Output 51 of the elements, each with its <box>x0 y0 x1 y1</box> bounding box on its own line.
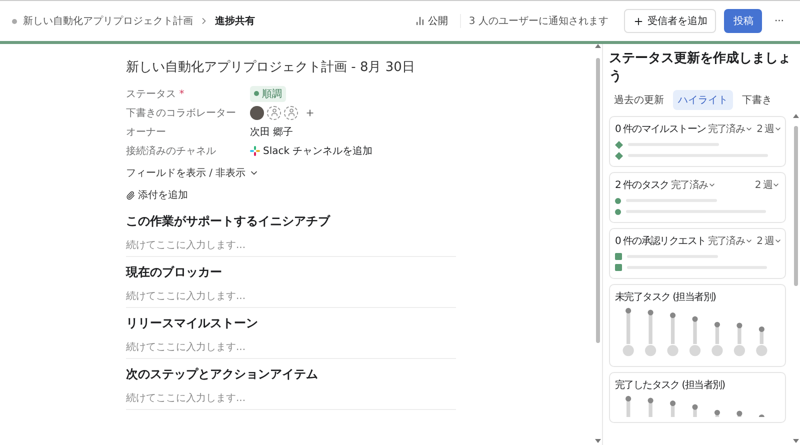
dot-icon <box>615 208 621 215</box>
card-title: 2 件のタスク <box>615 179 669 192</box>
document-title: 新しい自動化アプリプロジェクト計画 - 8月 30日 <box>126 59 416 76</box>
period-dropdown[interactable]: 2 週 <box>756 234 782 248</box>
card-title: 完了したタスク (担当者別) <box>615 378 725 392</box>
period-dropdown[interactable]: 2 週 <box>756 122 782 136</box>
slack-icon <box>250 146 260 156</box>
field-label: 下書きのコラボレーター <box>126 106 237 120</box>
breadcrumb-link[interactable]: 進捗共有 <box>215 14 255 28</box>
field-label: ステータス * <box>126 88 186 100</box>
bar-chart-icon <box>414 16 425 26</box>
section-heading: 次のステップとアクションアイテム <box>126 366 319 383</box>
post-button[interactable]: 投稿 <box>724 9 762 33</box>
square-icon <box>615 264 622 272</box>
scrollbar[interactable] <box>793 114 799 445</box>
status-badge[interactable]: 順調 <box>250 86 286 102</box>
empty-avatar[interactable] <box>267 106 281 120</box>
notify-text: 3 人のユーザーに通知されます <box>460 14 616 28</box>
panel-tab[interactable]: 下書き <box>737 90 777 110</box>
section-heading: リリースマイルストーン <box>126 315 259 332</box>
square-icon <box>615 253 622 260</box>
owner-name: 次田 郷子 <box>250 126 294 138</box>
dot-icon <box>615 198 621 204</box>
toggle-fields-button[interactable]: フィールドを表示 / 非表示 <box>126 166 259 180</box>
avatar[interactable] <box>250 106 264 120</box>
add-recipient-button[interactable]: 受信者を追加 <box>624 9 716 33</box>
paperclip-icon <box>126 190 135 200</box>
period-dropdown[interactable]: 2 週 <box>754 178 780 192</box>
field-label: 接続済みのチャネル <box>126 144 217 158</box>
project-dot-icon <box>12 18 17 24</box>
filter-dropdown[interactable]: 完了済み <box>670 178 716 192</box>
add-attachment-button[interactable]: 添付を追加 <box>126 188 188 202</box>
empty-avatar[interactable] <box>284 106 298 120</box>
card-title: 未完了タスク (担当者別) <box>615 290 716 304</box>
card-title: 0 件のマイルストーン <box>615 123 706 136</box>
field-label: オーナー <box>126 126 167 138</box>
filter-dropdown[interactable]: 完了済み <box>708 122 753 136</box>
plus-icon <box>633 16 644 26</box>
panel-tab[interactable]: 過去の更新 <box>609 90 669 110</box>
add-icon[interactable] <box>305 108 315 118</box>
section-heading: この作業がサポートするイニシアチブ <box>126 213 332 230</box>
section-heading: 現在のブロッカー <box>126 264 223 281</box>
panel-title: ステータス更新を作成しましょう <box>609 50 792 86</box>
filter-dropdown[interactable]: 完了済み <box>708 234 753 248</box>
breadcrumb-link[interactable]: 新しい自動化アプリプロジェクト計画 <box>23 14 193 28</box>
card-title: 0 件の承認リクエスト <box>615 234 706 248</box>
add-channel-link[interactable]: Slack チャンネルを追加 <box>250 144 373 158</box>
visibility-button[interactable]: 公開 <box>410 12 452 30</box>
more-button[interactable]: ··· <box>770 14 788 28</box>
panel-tab[interactable]: ハイライト <box>673 90 733 110</box>
scrollbar[interactable] <box>594 44 602 445</box>
